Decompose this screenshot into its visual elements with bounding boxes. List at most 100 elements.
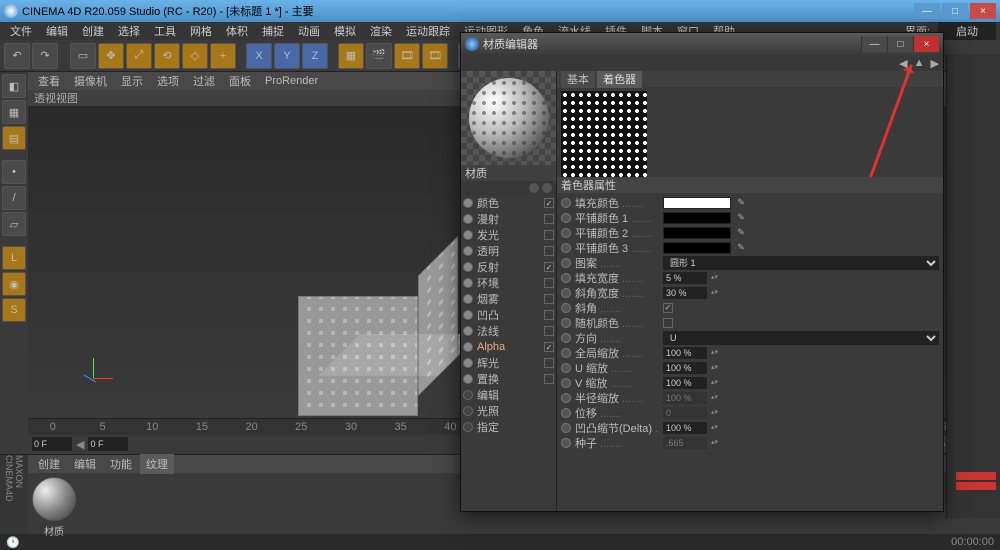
param-dot-icon[interactable] bbox=[561, 348, 571, 358]
channel-dot-icon[interactable] bbox=[463, 230, 473, 240]
checkbox[interactable]: ✓ bbox=[663, 303, 673, 313]
frame-current-input[interactable] bbox=[88, 437, 128, 451]
viewtab-显示[interactable]: 显示 bbox=[115, 71, 149, 91]
number-input[interactable] bbox=[663, 422, 707, 434]
param-dot-icon[interactable] bbox=[561, 408, 571, 418]
mattab-功能[interactable]: 功能 bbox=[104, 454, 138, 474]
mattab-创建[interactable]: 创建 bbox=[32, 454, 66, 474]
menu-网格[interactable]: 网格 bbox=[184, 21, 218, 41]
menu-渲染[interactable]: 渲染 bbox=[364, 21, 398, 41]
spinner-icon[interactable]: ▴▾ bbox=[711, 380, 719, 386]
number-input[interactable] bbox=[663, 347, 707, 359]
edge-mode-button[interactable]: / bbox=[2, 186, 26, 210]
param-dot-icon[interactable] bbox=[561, 258, 571, 268]
channel-checkbox[interactable] bbox=[544, 294, 554, 304]
channel-checkbox[interactable] bbox=[544, 278, 554, 288]
layout-select[interactable]: 启动 bbox=[938, 22, 996, 40]
render-button[interactable]: ▦ bbox=[338, 43, 364, 69]
close-button[interactable]: × bbox=[970, 3, 996, 19]
channel-dot-icon[interactable] bbox=[463, 278, 473, 288]
popup-minimize-button[interactable]: — bbox=[861, 36, 887, 52]
scale-tool[interactable]: ⤢ bbox=[126, 43, 152, 69]
material-preview-icon[interactable] bbox=[32, 477, 76, 521]
channel-编辑[interactable]: 编辑 bbox=[461, 387, 556, 403]
channel-漫射[interactable]: 漫射 bbox=[461, 211, 556, 227]
channel-Alpha[interactable]: Alpha✓ bbox=[461, 339, 556, 355]
minimize-button[interactable]: — bbox=[914, 3, 940, 19]
param-dot-icon[interactable] bbox=[561, 213, 571, 223]
channel-凹凸[interactable]: 凹凸 bbox=[461, 307, 556, 323]
spinner-icon[interactable]: ▴▾ bbox=[711, 275, 719, 281]
channel-dot-icon[interactable] bbox=[463, 374, 473, 384]
channel-checkbox[interactable] bbox=[544, 214, 554, 224]
channel-法线[interactable]: 法线 bbox=[461, 323, 556, 339]
channel-置换[interactable]: 置换 bbox=[461, 371, 556, 387]
popup-close-button[interactable]: × bbox=[913, 36, 939, 52]
frame-start-input[interactable] bbox=[32, 437, 72, 451]
edit-icon[interactable]: ✎ bbox=[735, 197, 747, 209]
point-mode-button[interactable]: • bbox=[2, 160, 26, 184]
channel-辉光[interactable]: 辉光 bbox=[461, 355, 556, 371]
render-settings-button[interactable]: 🎞 bbox=[394, 43, 420, 69]
channel-dot-icon[interactable] bbox=[463, 342, 473, 352]
menu-编辑[interactable]: 编辑 bbox=[40, 21, 74, 41]
menu-捕捉[interactable]: 捕捉 bbox=[256, 21, 290, 41]
number-input[interactable] bbox=[663, 272, 707, 284]
soft-select-button[interactable]: S bbox=[2, 298, 26, 322]
popup-tab-基本[interactable]: 基本 bbox=[561, 71, 595, 88]
param-dot-icon[interactable] bbox=[561, 303, 571, 313]
param-dot-icon[interactable] bbox=[561, 423, 571, 433]
channel-dot-icon[interactable] bbox=[463, 358, 473, 368]
param-dot-icon[interactable] bbox=[561, 363, 571, 373]
channel-环境[interactable]: 环境 bbox=[461, 275, 556, 291]
viewtab-选项[interactable]: 选项 bbox=[151, 71, 185, 91]
menu-文件[interactable]: 文件 bbox=[4, 21, 38, 41]
param-dot-icon[interactable] bbox=[561, 198, 571, 208]
menu-选择[interactable]: 选择 bbox=[112, 21, 146, 41]
channel-checkbox[interactable]: ✓ bbox=[544, 262, 554, 272]
menu-创建[interactable]: 创建 bbox=[76, 21, 110, 41]
spinner-icon[interactable]: ▴▾ bbox=[711, 440, 719, 446]
channel-dot-icon[interactable] bbox=[463, 294, 473, 304]
texture-preview[interactable] bbox=[561, 91, 647, 177]
tool-5[interactable]: + bbox=[210, 43, 236, 69]
menu-工具[interactable]: 工具 bbox=[148, 21, 182, 41]
channel-checkbox[interactable]: ✓ bbox=[544, 342, 554, 352]
spinner-icon[interactable]: ▴▾ bbox=[711, 410, 719, 416]
popup-titlebar[interactable]: 材质编辑器 — □ × bbox=[461, 33, 943, 55]
checkbox[interactable] bbox=[663, 318, 673, 328]
channel-烟雾[interactable]: 烟雾 bbox=[461, 291, 556, 307]
param-dot-icon[interactable] bbox=[561, 288, 571, 298]
param-dot-icon[interactable] bbox=[561, 393, 571, 403]
mattab-编辑[interactable]: 编辑 bbox=[68, 454, 102, 474]
number-input[interactable] bbox=[663, 287, 707, 299]
spinner-icon[interactable]: ▴▾ bbox=[711, 365, 719, 371]
channel-dot-icon[interactable] bbox=[463, 326, 473, 336]
popup-nav-arrow[interactable]: ▲ bbox=[914, 57, 925, 69]
param-dot-icon[interactable] bbox=[561, 273, 571, 283]
spinner-icon[interactable]: ▴▾ bbox=[711, 395, 719, 401]
axis-z-button[interactable]: Z bbox=[302, 43, 328, 69]
viewtab-ProRender[interactable]: ProRender bbox=[259, 73, 324, 89]
channel-颜色[interactable]: 颜色✓ bbox=[461, 195, 556, 211]
channel-dot-icon[interactable] bbox=[463, 198, 473, 208]
texture-mode-button[interactable]: ▦ bbox=[2, 100, 26, 124]
channel-checkbox[interactable] bbox=[544, 358, 554, 368]
channel-checkbox[interactable] bbox=[544, 310, 554, 320]
channel-dot-icon[interactable] bbox=[463, 310, 473, 320]
channel-dot-icon[interactable] bbox=[463, 214, 473, 224]
menu-动画[interactable]: 动画 bbox=[292, 21, 326, 41]
edit-icon[interactable]: ✎ bbox=[735, 242, 747, 254]
spinner-icon[interactable]: ▴▾ bbox=[711, 425, 719, 431]
undo-button[interactable]: ↶ bbox=[4, 43, 30, 69]
render-region-button[interactable]: 🎞 bbox=[422, 43, 448, 69]
material-preview[interactable] bbox=[461, 71, 556, 165]
axis-x-button[interactable]: X bbox=[246, 43, 272, 69]
picture-viewer-button[interactable]: 🎬 bbox=[366, 43, 392, 69]
menu-模拟[interactable]: 模拟 bbox=[328, 21, 362, 41]
snap-button[interactable]: ◉ bbox=[2, 272, 26, 296]
param-dot-icon[interactable] bbox=[561, 333, 571, 343]
number-input[interactable] bbox=[663, 362, 707, 374]
color-swatch[interactable] bbox=[663, 242, 731, 254]
select-input[interactable]: 圆形 1 bbox=[663, 256, 939, 270]
